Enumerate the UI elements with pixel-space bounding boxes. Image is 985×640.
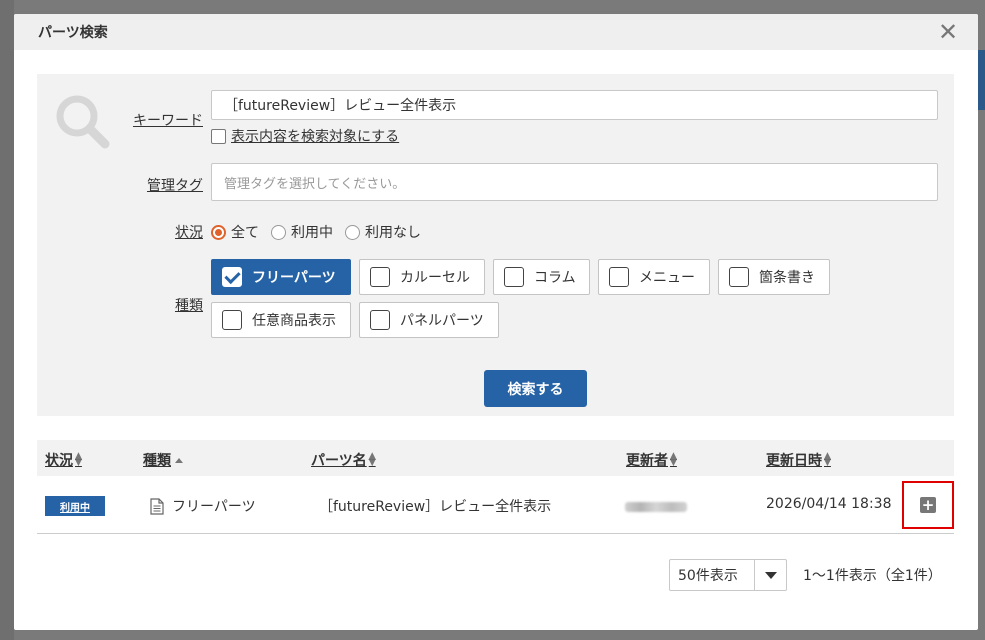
add-icon[interactable]: + (920, 497, 936, 513)
checkbox-box[interactable] (211, 128, 226, 144)
type-toggle-label: メニュー (639, 270, 695, 286)
modal-title: パーツ検索 (38, 25, 108, 41)
type-toggle-column[interactable]: コラム (493, 259, 590, 295)
type-toggle-label: コラム (534, 270, 576, 286)
sort-icon: ▲ ▼ (368, 451, 376, 468)
per-page-value: 50件表示 (678, 568, 738, 584)
per-page-select[interactable]: 50件表示 (669, 559, 787, 591)
status-radio-all[interactable]: 全て (211, 222, 259, 242)
include-display-checkbox[interactable]: 表示内容を検索対象にする (211, 126, 399, 146)
column-label: 状況 (45, 453, 73, 469)
type-toggle-carousel[interactable]: カルーセル (359, 259, 485, 295)
column-status[interactable]: 状況 ▲ ▼ (45, 450, 82, 470)
type-toggle-free-parts[interactable]: フリーパーツ (211, 259, 351, 295)
search-icon (56, 95, 110, 149)
results-table: 状況 ▲▼ 種類 パーツ名 ▲▼ 更新者 ▲▼ 更新日時 ▲▼ 利用中 (37, 440, 954, 534)
radio-label: 利用中 (291, 225, 333, 241)
checkbox-icon (370, 310, 390, 330)
chevron-down-icon (764, 571, 777, 579)
column-label: 更新日時 (766, 453, 822, 469)
table-header: 状況 ▲ ▼ 種類 パーツ名 ▲ ▼ 更新者 ▲ ▼ 更新日時 ▲ ▼ (37, 440, 954, 476)
column-updated-at[interactable]: 更新日時 ▲ ▼ (766, 450, 831, 470)
sort-icon: ▲ ▼ (824, 451, 831, 468)
radio-button[interactable] (345, 224, 360, 240)
tag-input[interactable]: 管理タグを選択してください。 (211, 163, 938, 201)
tag-label: 管理タグ (147, 178, 203, 194)
column-updater[interactable]: 更新者 ▲ ▼ (626, 450, 677, 470)
checkbox-icon (370, 267, 390, 287)
column-name[interactable]: パーツ名 ▲ ▼ (311, 450, 376, 470)
column-label: 種類 (143, 453, 171, 469)
updater-cell-redacted (625, 502, 687, 512)
checkbox-icon (222, 310, 242, 330)
radio-button[interactable] (211, 224, 226, 240)
sort-icon: ▲ ▼ (670, 451, 677, 468)
checkbox-icon (729, 267, 749, 287)
checkbox-icon (504, 267, 524, 287)
table-row: 利用中 フリーパーツ ［futureReview］レビュー全件表示 2026/0… (37, 476, 954, 534)
status-radio-group: 全て 利用中 利用なし (211, 222, 433, 242)
name-cell: ［futureReview］レビュー全件表示 (319, 499, 552, 515)
type-cell: フリーパーツ (150, 496, 256, 516)
type-toggle-label: カルーセル (400, 270, 470, 286)
type-toggle-menu[interactable]: メニュー (598, 259, 710, 295)
type-toggle-label: パネルパーツ (400, 313, 484, 329)
pager: 50件表示 1〜1件表示（全1件） (669, 559, 942, 591)
checkbox-checked-icon (222, 267, 242, 287)
include-display-label: 表示内容を検索対象にする (231, 129, 400, 145)
sort-asc-icon (175, 457, 183, 463)
search-button[interactable]: 検索する (484, 370, 587, 407)
dropdown-button[interactable] (754, 560, 786, 590)
parts-search-modal: パーツ検索 ✕ キーワード ［futureReview］レビュー全件表示 表示内… (14, 14, 978, 630)
type-toggle-bullet-list[interactable]: 箇条書き (718, 259, 830, 295)
column-label: パーツ名 (311, 453, 367, 469)
type-toggle-product-display[interactable]: 任意商品表示 (211, 302, 351, 338)
status-radio-unused[interactable]: 利用なし (345, 222, 421, 242)
keyword-label: キーワード (133, 113, 203, 129)
checkbox-icon (609, 267, 629, 287)
updated-at-cell: 2026/04/14 18:38 (766, 496, 892, 512)
keyword-input[interactable]: ［futureReview］レビュー全件表示 (211, 90, 938, 120)
search-panel: キーワード ［futureReview］レビュー全件表示 表示内容を検索対象にす… (37, 74, 954, 416)
type-toggle-label: 箇条書き (759, 270, 815, 286)
type-toggle-label: フリーパーツ (252, 270, 336, 286)
radio-label: 利用なし (365, 225, 421, 241)
radio-button[interactable] (271, 224, 286, 240)
status-badge[interactable]: 利用中 (45, 496, 105, 516)
background-accent (978, 50, 985, 110)
result-count: 1〜1件表示（全1件） (803, 568, 942, 584)
sort-icon: ▲ ▼ (75, 451, 82, 468)
radio-label: 全て (231, 225, 259, 241)
highlight-box: + (902, 481, 954, 529)
type-toggle-label: 任意商品表示 (252, 313, 336, 329)
modal-header: パーツ検索 ✕ (14, 14, 978, 50)
background-sidebar (0, 0, 14, 640)
status-label: 状況 (175, 225, 203, 241)
status-radio-in-use[interactable]: 利用中 (271, 222, 333, 242)
type-toggle-panel-parts[interactable]: パネルパーツ (359, 302, 499, 338)
close-icon[interactable]: ✕ (936, 20, 960, 44)
document-icon (150, 497, 164, 515)
type-text: フリーパーツ (172, 499, 256, 515)
column-label: 更新者 (626, 453, 668, 469)
type-label: 種類 (175, 298, 203, 314)
column-type[interactable]: 種類 (143, 450, 183, 470)
